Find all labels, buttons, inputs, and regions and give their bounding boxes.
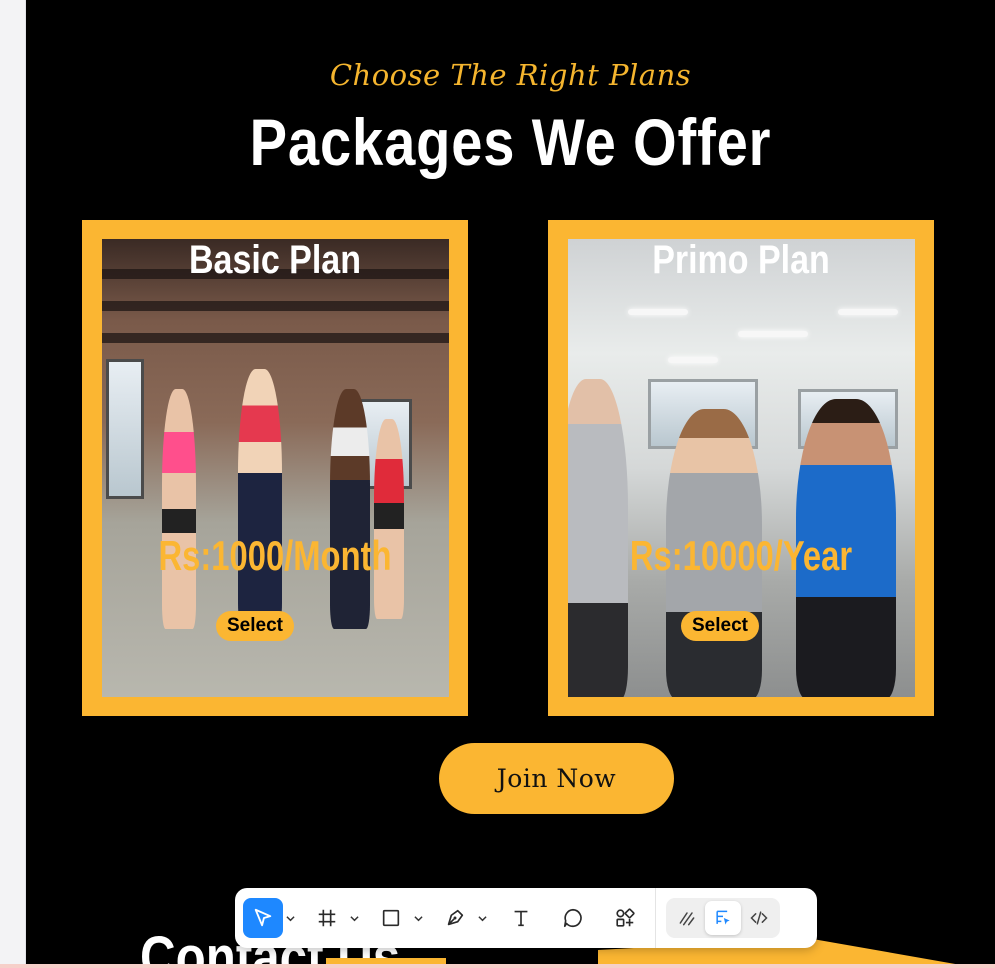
chevron-down-icon xyxy=(413,915,423,921)
prime-plan-select-button[interactable]: Select xyxy=(681,611,759,641)
bottom-toolbar xyxy=(235,888,817,948)
plan-card-prime: Primo Plan Rs:10000/Year Select xyxy=(548,220,934,716)
design-mode-icon xyxy=(716,910,730,925)
basic-plan-select-button[interactable]: Select xyxy=(216,611,294,641)
chevron-down-icon xyxy=(285,915,295,921)
comment-icon xyxy=(563,908,582,928)
frame-tool-button[interactable] xyxy=(307,898,347,938)
chevron-down-icon xyxy=(477,915,487,921)
comment-tool-button[interactable] xyxy=(553,898,593,938)
pen-icon xyxy=(447,909,464,926)
design-canvas[interactable]: Choose The Right Plans Packages We Offer… xyxy=(26,0,995,968)
move-tool-dropdown[interactable] xyxy=(283,898,297,938)
design-mode-button[interactable] xyxy=(705,901,741,935)
rectangle-tool-button[interactable] xyxy=(371,898,411,938)
components-icon xyxy=(616,908,635,927)
pen-tool-button[interactable] xyxy=(435,898,475,938)
join-now-button[interactable]: Join Now xyxy=(439,743,674,814)
dev-mode-button[interactable] xyxy=(741,901,777,935)
section-heading: Packages We Offer xyxy=(249,105,772,179)
pen-tool-dropdown[interactable] xyxy=(475,898,489,938)
rectangle-icon xyxy=(382,909,400,927)
frame-tool-dropdown[interactable] xyxy=(347,898,361,938)
draw-icon xyxy=(679,912,695,926)
left-panel-edge xyxy=(0,0,26,968)
canvas-bottom-edge xyxy=(0,964,995,968)
frame-icon xyxy=(318,909,336,927)
chevron-down-icon xyxy=(349,915,359,921)
basic-plan-title: Basic Plan xyxy=(189,238,361,282)
dev-mode-icon xyxy=(750,911,768,925)
rectangle-tool-dropdown[interactable] xyxy=(411,898,425,938)
plan-card-basic: Basic Plan Rs:1000/Month Select xyxy=(82,220,468,716)
toolbar-divider xyxy=(655,888,656,948)
prime-plan-price: Rs:10000/Year xyxy=(629,532,853,579)
move-icon xyxy=(254,908,272,927)
section-tagline: Choose The Right Plans xyxy=(329,58,692,92)
basic-plan-price: Rs:1000/Month xyxy=(158,532,392,579)
prime-plan-title: Primo Plan xyxy=(652,238,830,282)
text-icon xyxy=(514,910,528,927)
components-tool-button[interactable] xyxy=(605,898,645,938)
mode-switcher xyxy=(666,898,780,938)
draw-mode-button[interactable] xyxy=(669,901,705,935)
text-tool-button[interactable] xyxy=(501,898,541,938)
move-tool-button[interactable] xyxy=(243,898,283,938)
